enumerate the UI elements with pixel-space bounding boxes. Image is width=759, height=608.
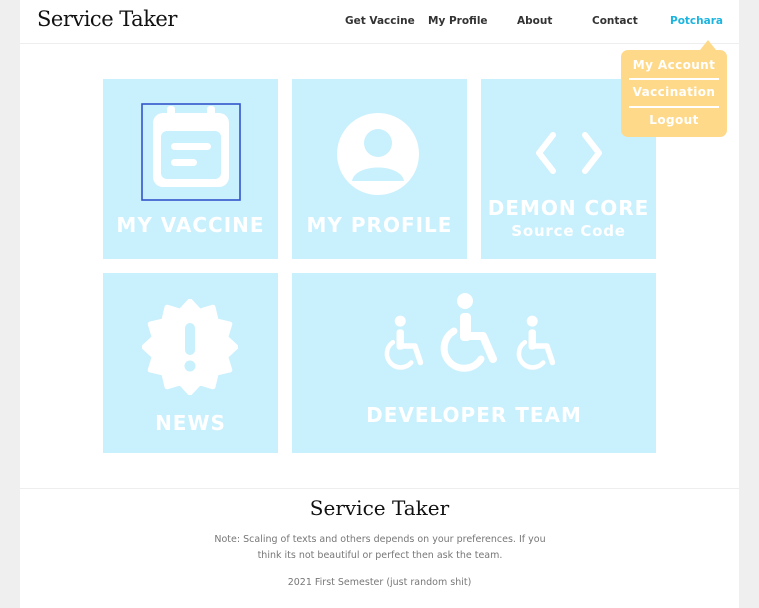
header-divider [20,43,739,44]
nav-user-menu[interactable]: Potchara [670,15,723,27]
menu-item-my-account[interactable]: My Account [621,58,727,72]
footer-note: Note: Scaling of texts and others depend… [214,534,546,561]
user-dropdown-menu: My Account Vaccination Logout [621,40,727,137]
footer-semester: 2021 First Semester (just random shit) [287,577,472,588]
nav-get-vaccine[interactable]: Get Vaccine [345,15,415,27]
tile-label-news: NEWS [155,411,226,435]
tile-label-my-vaccine: MY VACCINE [116,213,265,237]
footer-title: Service Taker [309,496,450,520]
tile-my-vaccine[interactable]: MY VACCINE [103,79,278,259]
page-container: Service Taker Get Vaccine My Profile Abo… [20,0,739,608]
tile-label-developer-team: DEVELOPER TEAM [366,403,582,427]
nav-contact[interactable]: Contact [592,15,638,27]
menu-divider [629,106,719,108]
menu-divider [629,78,719,80]
code-icon [536,132,602,174]
tile-sublabel-source-code: Source Code [511,222,626,240]
tile-label-my-profile: MY PROFILE [306,213,453,237]
brand-logo[interactable]: Service Taker [37,7,177,31]
footer-divider [20,488,739,489]
menu-item-vaccination[interactable]: Vaccination [621,85,727,99]
wheelchair-icon [440,293,497,372]
exclamation-badge-icon [142,299,238,395]
tile-developer-team[interactable]: DEVELOPER TEAM [292,273,656,453]
tile-news[interactable]: NEWS [103,273,278,453]
user-avatar-icon [337,113,419,195]
menu-item-logout[interactable]: Logout [621,113,727,127]
wheelchair-icon [516,315,556,370]
tile-my-profile[interactable]: MY PROFILE [292,79,467,259]
nav-about[interactable]: About [517,15,552,27]
dropdown-caret [700,40,716,50]
tile-label-demon-core: DEMON CORE [487,196,650,220]
nav-my-profile[interactable]: My Profile [428,15,488,27]
wheelchair-icon [384,315,424,370]
calendar-icon [141,103,241,201]
